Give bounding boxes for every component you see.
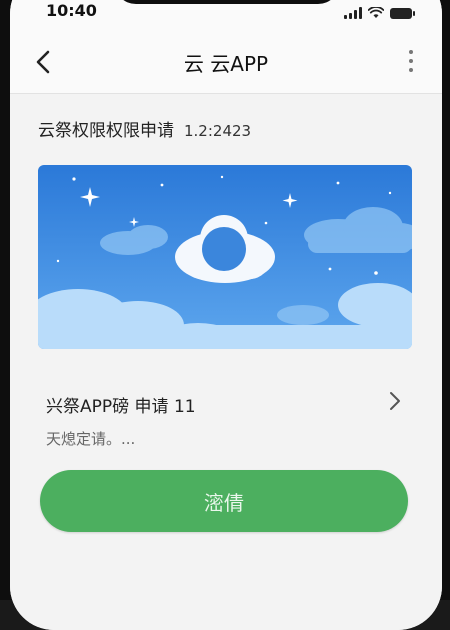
- device-notch: [114, 0, 340, 4]
- battery-icon: [390, 7, 415, 19]
- phone-device: 10:40 云 云APP 云祭权限权限申请 1.2:2423 兴祭APP磅 申请…: [0, 0, 450, 630]
- more-vertical-icon[interactable]: [408, 50, 414, 72]
- version-label: 1.2:2423: [184, 122, 252, 140]
- signal-icon: [344, 7, 362, 19]
- chevron-right-icon[interactable]: [388, 390, 402, 412]
- status-time: 10:40: [46, 1, 97, 20]
- phone-screen: 10:40 云 云APP 云祭权限权限申请 1.2:2423 兴祭APP磅 申请…: [10, 0, 442, 630]
- section-title-text: 云祭权限权限申请: [38, 121, 174, 141]
- request-item-description: 天熄定请。...: [46, 430, 136, 448]
- page-title: 云 云APP: [183, 52, 269, 76]
- primary-action-button[interactable]: 滵倩: [40, 470, 408, 532]
- wifi-icon: [368, 7, 384, 18]
- cloud-banner-image: [38, 165, 412, 349]
- request-item-title[interactable]: 兴祭APP磅 申请 11: [46, 392, 196, 417]
- nav-bar: 云 云APP: [10, 30, 442, 94]
- status-bar: 10:40: [10, 0, 442, 30]
- section-title: 云祭权限权限申请 1.2:2423: [38, 116, 251, 141]
- cloud-illustration: [38, 165, 412, 349]
- status-icons: [344, 7, 415, 19]
